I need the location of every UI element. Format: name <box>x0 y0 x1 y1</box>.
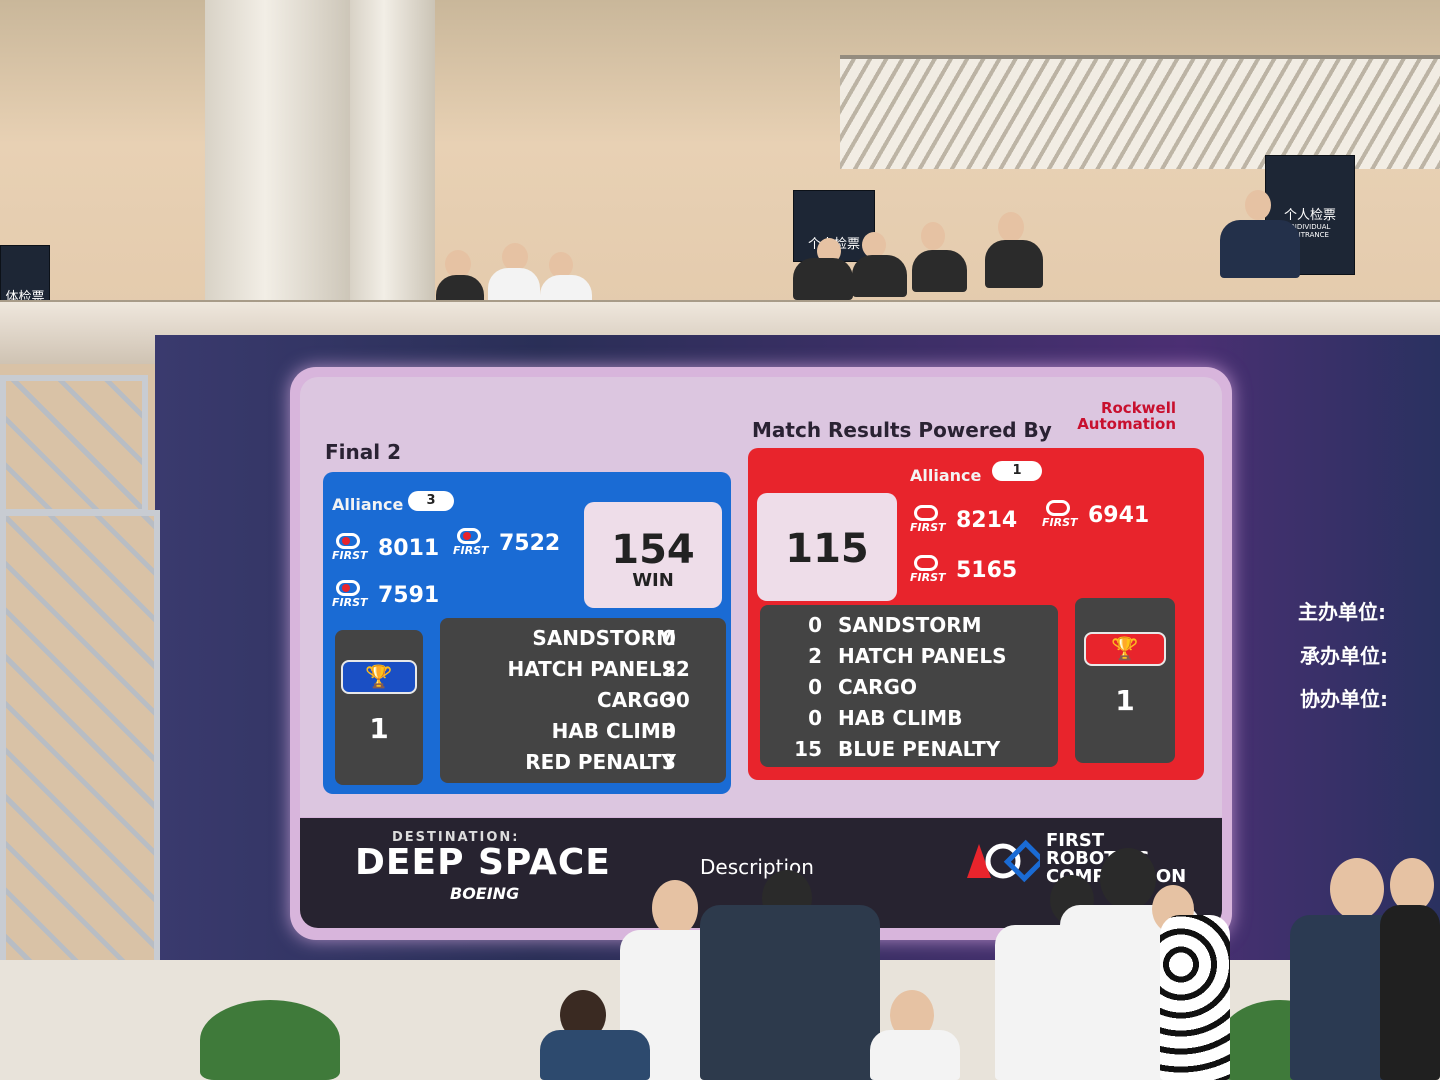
first-logo-icon: FIRST <box>910 505 948 535</box>
person <box>700 905 880 1080</box>
blue-team-1: FIRST 8011 <box>332 533 439 563</box>
first-logo-icon: FIRST <box>910 555 948 585</box>
spectator <box>852 255 907 297</box>
blue-team-2: FIRST 7522 <box>453 528 560 558</box>
spectator-head <box>445 250 471 278</box>
red-stat-hab-value: 0 <box>808 706 822 730</box>
blue-stat-penalty: RED PENALTY <box>525 750 676 774</box>
trophy-icon: 🏆 <box>1111 636 1139 662</box>
blue-stat-hab: HAB CLIMB <box>552 719 676 743</box>
red-stat-sandstorm-value: 0 <box>808 613 822 637</box>
blue-team-1-number: 8011 <box>378 535 440 561</box>
stat-label: SANDSTORM <box>532 626 676 650</box>
pillar-left <box>205 0 355 340</box>
red-team-3-number: 5165 <box>956 557 1018 583</box>
game-title: DEEP SPACE <box>355 842 611 883</box>
side-co-organizer-label: 协办单位: <box>1300 687 1388 711</box>
blue-rank-box: 🏆 1 <box>335 630 423 785</box>
first-logo-icon: FIRST <box>1042 500 1080 530</box>
spectator-head <box>1245 190 1271 220</box>
spectator <box>793 258 853 300</box>
first-logo-icon: FIRST <box>453 528 491 558</box>
powered-by-label: Match Results Powered By <box>752 418 1052 442</box>
red-team-1: FIRST 8214 <box>910 505 1017 535</box>
person-head <box>1330 858 1384 920</box>
first-logo-icon: FIRST <box>332 533 370 563</box>
blue-stat-sandstorm-value: 0 <box>662 626 676 650</box>
sponsor-line-2: Automation <box>1077 415 1176 433</box>
person-head <box>652 880 698 936</box>
red-stat-sandstorm: SANDSTORM <box>838 613 982 637</box>
red-team-3: FIRST 5165 <box>910 555 1017 585</box>
stat-label: HAB CLIMB <box>551 719 676 743</box>
person-head <box>1390 858 1434 912</box>
blue-stat-hab-value: 0 <box>662 719 676 743</box>
trophy-icon: 🏆 <box>365 664 393 690</box>
blue-result-label: WIN <box>632 570 674 591</box>
spectator-head <box>502 243 528 271</box>
blue-stat-penalty-value: 3 <box>662 750 676 774</box>
red-team-2-number: 6941 <box>1088 502 1150 528</box>
blue-alliance-number: 3 <box>408 491 454 511</box>
person-head <box>1100 848 1156 910</box>
side-organizer-label: 主办单位: <box>1298 600 1386 624</box>
blue-stat-cargo-value: 30 <box>662 688 690 712</box>
red-stats-box: 0 SANDSTORM 2 HATCH PANELS 0 CARGO 0 HAB… <box>760 605 1058 767</box>
red-trophy-badge: 🏆 <box>1084 632 1166 666</box>
stage-truss-top <box>0 375 148 515</box>
sponsor-logo: Rockwell Automation <box>1058 400 1176 432</box>
blue-rank: 1 <box>369 712 389 745</box>
person <box>540 1030 650 1080</box>
spectator-head <box>998 212 1024 242</box>
blue-team-3-number: 7591 <box>378 582 440 608</box>
spectator <box>912 250 967 292</box>
stat-label: HATCH PANELS <box>507 657 676 681</box>
pillar-center <box>350 0 435 330</box>
red-team-2: FIRST 6941 <box>1042 500 1149 530</box>
person <box>870 1030 960 1080</box>
spectator-head <box>921 222 945 250</box>
red-alliance-label: Alliance <box>910 466 982 485</box>
red-stat-penalty: BLUE PENALTY <box>838 737 1001 761</box>
blue-team-3: FIRST 7591 <box>332 580 439 610</box>
boeing-logo: BOEING <box>450 884 520 903</box>
stat-label: RED PENALTY <box>525 750 676 774</box>
blue-trophy-badge: 🏆 <box>341 660 417 694</box>
spectator <box>1220 220 1300 278</box>
person <box>1380 905 1440 1080</box>
red-stat-hatch-value: 2 <box>808 644 822 668</box>
blue-score-box: 154 WIN <box>584 502 722 608</box>
blue-score: 154 <box>611 527 695 573</box>
blue-alliance-label: Alliance <box>332 495 404 514</box>
blue-stats-box: SANDSTORM 0 HATCH PANELS 22 CARGO 30 HAB… <box>440 618 726 783</box>
blue-stat-hatch: HATCH PANELS <box>507 657 676 681</box>
frc-logo-icon <box>967 839 1040 883</box>
person <box>1160 915 1230 1080</box>
red-rank: 1 <box>1115 684 1135 717</box>
red-score-box: 115 <box>757 493 897 601</box>
blue-stat-hatch-value: 22 <box>662 657 690 681</box>
skylight <box>840 55 1440 169</box>
blue-stat-sandstorm: SANDSTORM <box>532 626 676 650</box>
side-host-label: 承办单位: <box>1300 644 1388 668</box>
plant <box>200 1000 340 1080</box>
red-alliance-number: 1 <box>992 461 1042 481</box>
spectator <box>985 240 1043 288</box>
red-score: 115 <box>785 526 869 572</box>
red-stat-hab: HAB CLIMB <box>838 706 963 730</box>
first-logo-icon: FIRST <box>332 580 370 610</box>
sponsor-line-1: Rockwell <box>1100 399 1176 417</box>
red-stat-cargo: CARGO <box>838 675 917 699</box>
red-rank-box: 🏆 1 <box>1075 598 1175 763</box>
red-stat-penalty-value: 15 <box>794 737 822 761</box>
match-label: Final 2 <box>325 440 401 464</box>
red-stat-hatch: HATCH PANELS <box>838 644 1007 668</box>
blue-team-2-number: 7522 <box>499 530 561 556</box>
red-stat-cargo-value: 0 <box>808 675 822 699</box>
red-team-1-number: 8214 <box>956 507 1018 533</box>
